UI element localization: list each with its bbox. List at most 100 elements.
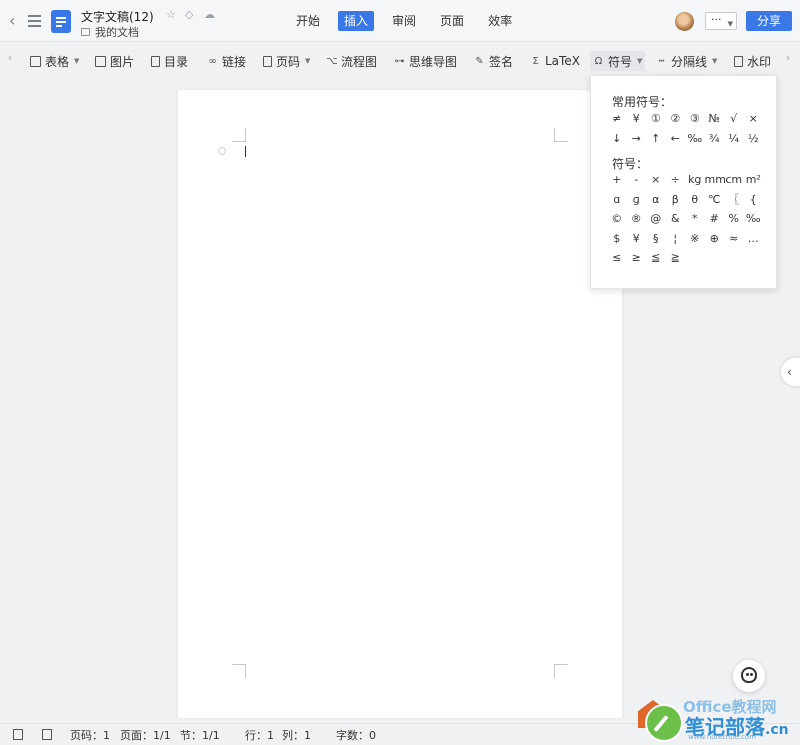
other-symbol[interactable]: % (724, 209, 744, 229)
page-number-button[interactable]: 页码 ▼ (263, 53, 310, 69)
watermark-line3: www.notetribe.com (688, 733, 757, 741)
back-icon[interactable]: ‹ (9, 12, 23, 30)
avatar[interactable] (675, 12, 694, 31)
other-symbol[interactable]: β (666, 190, 686, 210)
common-symbol[interactable]: ② (666, 109, 686, 129)
table-button[interactable]: 表格 ▼ (30, 53, 79, 69)
common-symbol[interactable]: ‰ (685, 129, 705, 149)
side-panel-toggle-icon[interactable]: ‹ (781, 358, 800, 386)
other-symbol[interactable]: & (666, 209, 686, 229)
other-symbol[interactable]: kg (685, 170, 705, 190)
document-folder[interactable]: 我的文档 (81, 24, 139, 40)
other-symbol[interactable]: cm (724, 170, 744, 190)
common-symbols-grid: ≠ ¥ ① ② ③ № √ × ↓ → ↑ ← ‰ ¾ ¼ ½ (607, 109, 763, 148)
other-symbol[interactable]: ɡ (627, 190, 647, 210)
tag-icon[interactable]: ◇ (185, 9, 193, 21)
common-symbol[interactable]: ← (666, 129, 686, 149)
other-symbol[interactable]: ® (627, 209, 647, 229)
tab-insert[interactable]: 插入 (338, 11, 375, 31)
status-column: 列：1 (282, 729, 311, 742)
toc-button[interactable]: 目录 (151, 53, 188, 69)
common-symbol[interactable]: ≠ (607, 109, 627, 129)
other-symbol[interactable]: θ (685, 190, 705, 210)
other-symbol[interactable]: ¥ (627, 229, 647, 249)
view-icon[interactable] (42, 729, 52, 740)
outline-icon[interactable] (13, 729, 23, 740)
tab-efficiency[interactable]: 效率 (482, 11, 518, 31)
mindmap-button[interactable]: ⊶ 思维导图 (394, 53, 458, 69)
scroll-right-icon[interactable]: › (786, 53, 790, 64)
other-symbol[interactable]: ≦ (646, 248, 666, 268)
other-symbol[interactable]: $ (607, 229, 627, 249)
common-symbol[interactable]: ¼ (724, 129, 744, 149)
divider-button[interactable]: ┅ 分隔线 ▼ (656, 53, 717, 69)
common-symbol[interactable]: ¾ (705, 129, 725, 149)
other-symbol[interactable]: ¦ (666, 229, 686, 249)
other-symbol[interactable]: mm (705, 170, 726, 190)
other-symbol[interactable]: m² (744, 170, 764, 190)
common-symbol[interactable]: ↓ (607, 129, 627, 149)
status-page-number: 页码：1 (70, 729, 110, 742)
other-symbol[interactable]: ℃ (705, 190, 725, 210)
document-page[interactable] (178, 90, 622, 718)
link-button[interactable]: ∞ 链接 (207, 53, 246, 69)
other-symbol[interactable]: + (607, 170, 627, 190)
link-icon: ∞ (208, 55, 217, 67)
more-button[interactable]: ··· ▼ (705, 12, 737, 30)
page-number-label: 页码 (276, 54, 301, 69)
other-symbol[interactable]: ‰ (744, 209, 764, 229)
common-symbol[interactable]: × (744, 109, 764, 129)
cloud-icon[interactable]: ☁ (204, 9, 215, 21)
other-symbol[interactable]: * (685, 209, 705, 229)
tab-review[interactable]: 审阅 (386, 11, 422, 31)
assistant-icon[interactable] (733, 660, 765, 692)
other-symbol[interactable]: ≈ (724, 229, 744, 249)
other-symbol[interactable]: 〖 (724, 190, 744, 210)
document-title[interactable]: 文字文稿(12) (81, 8, 154, 25)
other-symbol[interactable]: × (646, 170, 666, 190)
image-button[interactable]: 图片 (95, 53, 134, 69)
other-symbol[interactable]: ≥ (627, 248, 647, 268)
other-symbol[interactable]: - (627, 170, 647, 190)
chevron-down-icon: ▼ (637, 57, 643, 65)
other-symbol[interactable]: © (607, 209, 627, 229)
common-symbol[interactable]: √ (724, 109, 744, 129)
other-symbol[interactable]: ※ (685, 229, 705, 249)
common-symbol[interactable]: → (627, 129, 647, 149)
signature-button[interactable]: ✎ 签名 (474, 53, 513, 69)
flowchart-button[interactable]: ⌥ 流程图 (326, 53, 377, 69)
other-symbol[interactable]: α (646, 190, 666, 210)
image-icon (95, 55, 106, 67)
common-symbol[interactable]: ③ (685, 109, 705, 129)
other-symbol[interactable]: ⊕ (705, 229, 725, 249)
other-symbol[interactable]: … (744, 229, 764, 249)
common-symbol[interactable]: ¥ (627, 109, 647, 129)
insert-toolbar: ‹ 表格 ▼ 图片 目录 ∞ 链接 页码 ▼ ⌥ 流程图 ⊶ 思维导图 ✎ 签名… (0, 47, 800, 75)
scroll-left-icon[interactable]: ‹ (8, 53, 12, 64)
paragraph-handle-icon[interactable] (218, 147, 226, 155)
other-symbol[interactable]: ≤ (607, 248, 627, 268)
other-symbol[interactable]: # (705, 209, 725, 229)
common-symbol[interactable]: ↑ (646, 129, 666, 149)
margin-mark-top-right (554, 128, 568, 142)
other-symbol[interactable]: ≧ (666, 248, 686, 268)
pen-logo-icon (645, 704, 683, 742)
other-symbol[interactable]: ɑ (607, 190, 627, 210)
tab-page[interactable]: 页面 (434, 11, 470, 31)
tab-start[interactable]: 开始 (290, 11, 326, 31)
margin-mark-top-left (232, 128, 246, 142)
share-button[interactable]: 分享 (746, 11, 792, 31)
other-symbol[interactable]: @ (646, 209, 666, 229)
other-symbol[interactable]: ÷ (666, 170, 686, 190)
other-symbol[interactable]: { (744, 190, 764, 210)
latex-button[interactable]: Σ LaTeX (530, 53, 580, 69)
other-symbol[interactable]: § (646, 229, 666, 249)
common-symbol[interactable]: ① (646, 109, 666, 129)
menu-icon[interactable] (27, 13, 43, 29)
watermark-button[interactable]: 水印 (734, 53, 771, 69)
common-symbol[interactable]: № (705, 109, 725, 129)
star-icon[interactable]: ☆ (166, 9, 176, 21)
symbol-panel: 常用符号： ≠ ¥ ① ② ③ № √ × ↓ → ↑ ← ‰ ¾ ¼ ½ 符号： + - × ÷ kg mm cm m² ɑ… (590, 75, 777, 289)
symbol-button[interactable]: Ω 符号 ▼ (590, 51, 646, 71)
common-symbol[interactable]: ½ (744, 129, 764, 149)
